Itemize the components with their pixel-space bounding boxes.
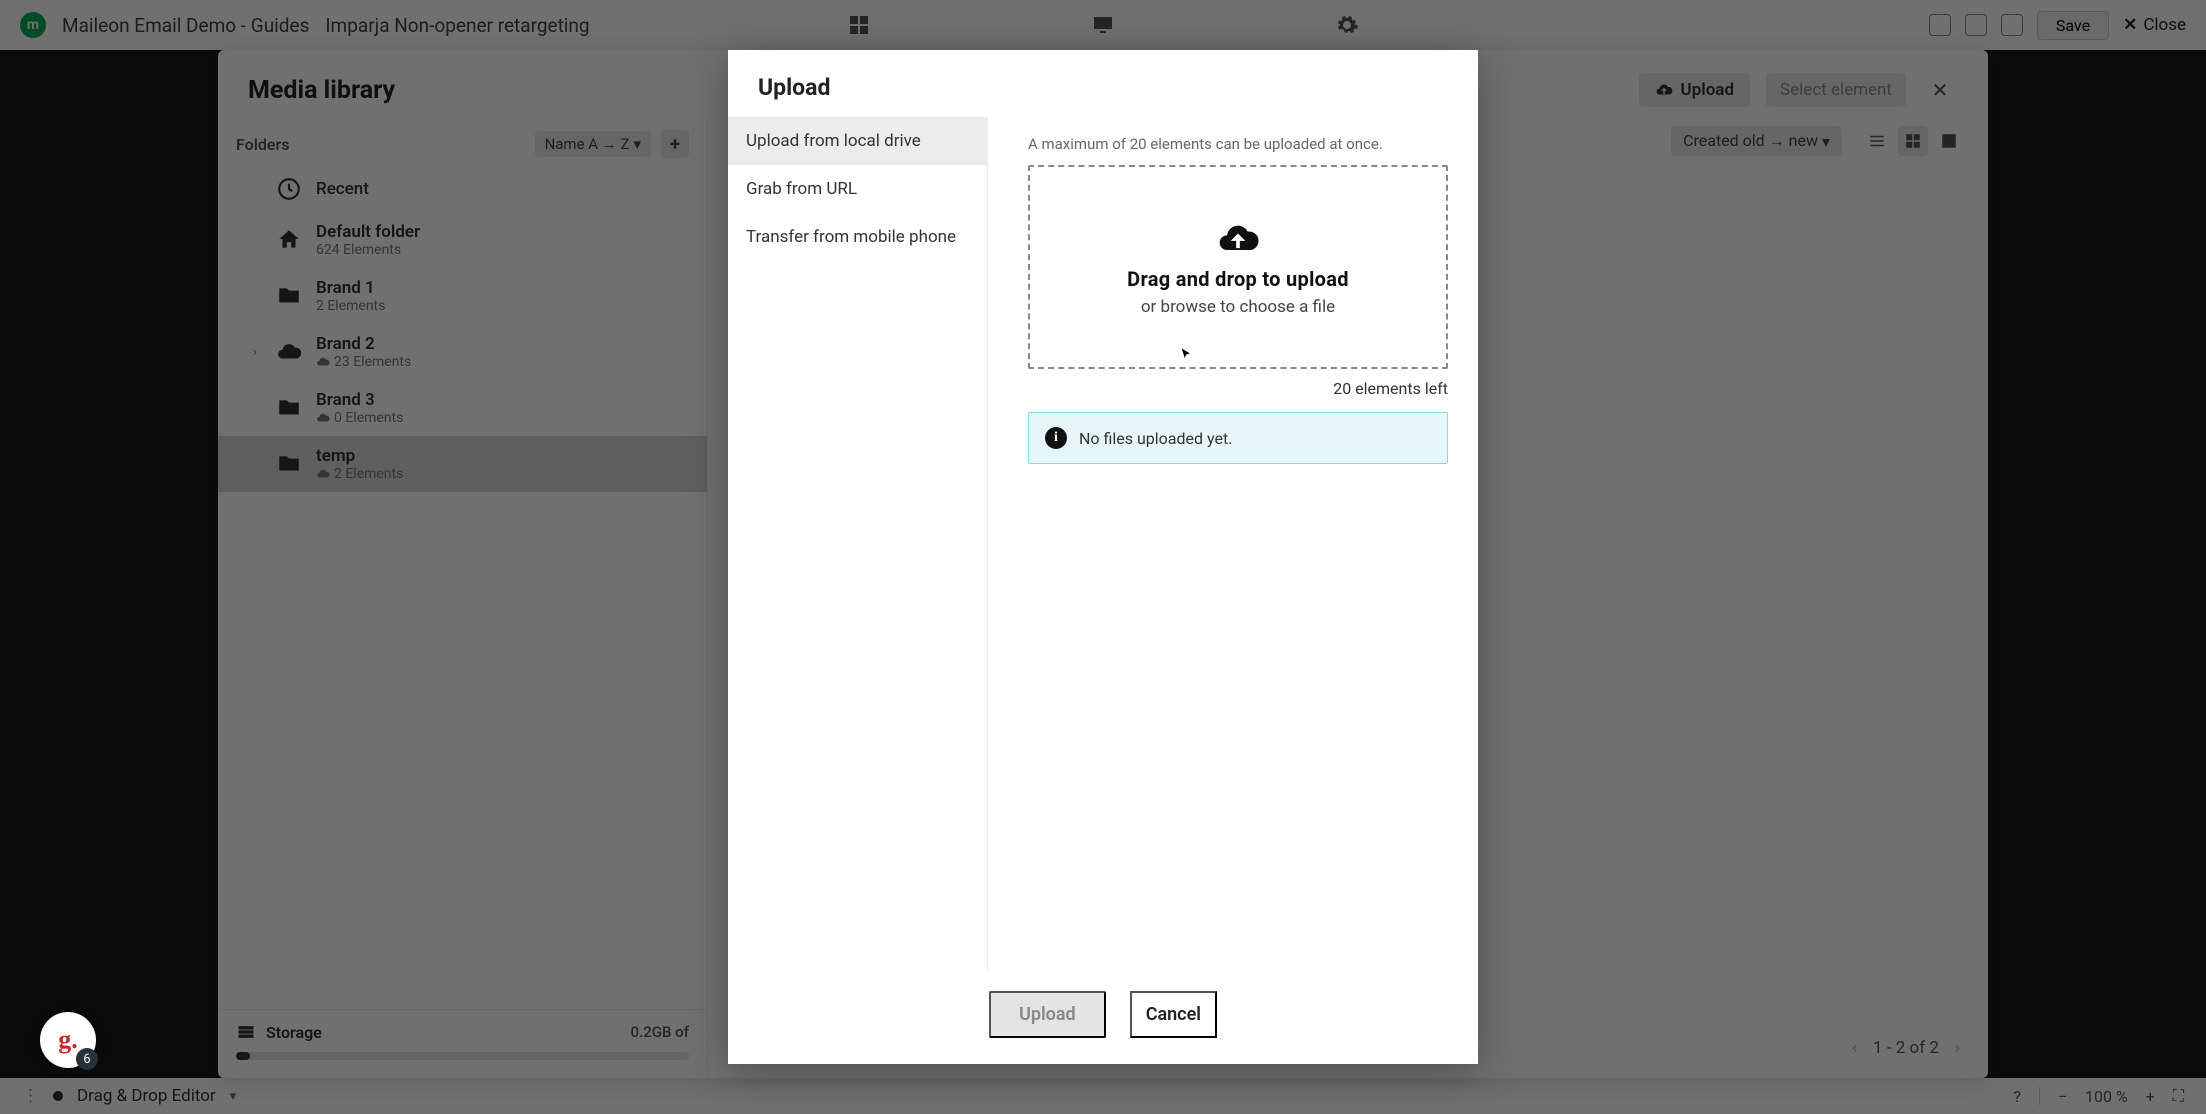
g-logo-icon: g. (58, 1025, 78, 1055)
tab-grab-url[interactable]: Grab from URL (728, 165, 987, 213)
modal-title: Upload (758, 74, 1448, 101)
dropzone-subtitle: or browse to choose a file (1141, 297, 1335, 317)
upload-status-text: No files uploaded yet. (1079, 429, 1232, 448)
file-dropzone[interactable]: Drag and drop to upload or browse to cho… (1028, 165, 1448, 369)
tab-upload-local[interactable]: Upload from local drive (728, 117, 987, 165)
help-widget-badge[interactable]: g. 6 (40, 1012, 96, 1068)
upload-limit-hint: A maximum of 20 elements can be uploaded… (1028, 135, 1448, 153)
modal-cancel-button[interactable]: Cancel (1130, 991, 1217, 1038)
notification-count: 6 (76, 1048, 98, 1070)
modal-upload-button[interactable]: Upload (989, 991, 1106, 1038)
tab-transfer-mobile[interactable]: Transfer from mobile phone (728, 213, 987, 261)
dropzone-title: Drag and drop to upload (1127, 267, 1349, 291)
elements-left-count: 20 elements left (1028, 379, 1448, 398)
cloud-upload-icon (1216, 217, 1260, 261)
upload-source-tabs: Upload from local drive Grab from URL Tr… (728, 117, 988, 971)
upload-status-info: i No files uploaded yet. (1028, 412, 1448, 464)
upload-modal: Upload Upload from local drive Grab from… (728, 50, 1478, 1064)
info-icon: i (1045, 427, 1067, 449)
